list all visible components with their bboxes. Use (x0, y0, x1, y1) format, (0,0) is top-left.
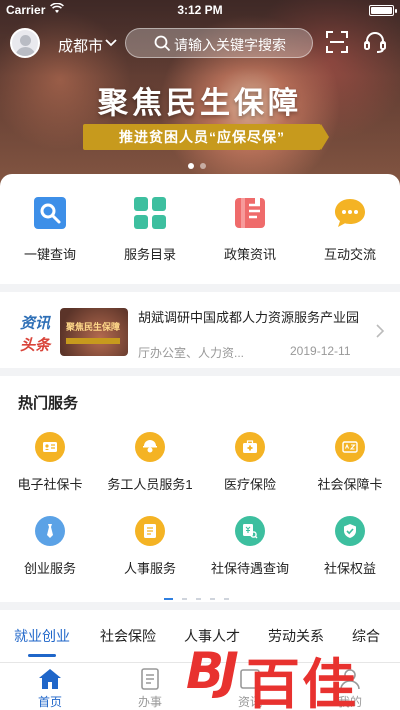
nav-label: 首页 (37, 695, 62, 709)
banner-dot (200, 163, 206, 169)
benefit-search-icon (235, 516, 265, 546)
search-icon (154, 35, 171, 57)
tie-icon (35, 516, 65, 546)
hero-banner[interactable]: Carrier 3:12 PM 成都市 请输入关键字搜索 聚焦民生保障 推进贫困… (0, 0, 400, 190)
medical-kit-icon (235, 432, 265, 462)
chevron-down-icon[interactable] (104, 34, 118, 55)
tab-employment[interactable]: 就业创业 (14, 626, 70, 646)
news-headline-card[interactable]: 资讯 头条 聚焦民生保障 胡斌调研中国成都人力资源服务产业园 厅办公室、人力资.… (0, 292, 400, 368)
news-source: 厅办公室、人力资... (138, 346, 245, 360)
pager-dot (196, 597, 201, 600)
grid-icon (133, 196, 167, 230)
service-label: 社保权益 (323, 561, 376, 576)
nav-home[interactable]: 首页 (20, 667, 80, 710)
avatar[interactable] (10, 28, 40, 58)
headset-icon[interactable] (363, 30, 387, 59)
card-icon (335, 432, 365, 462)
service-label: 电子社保卡 (17, 477, 83, 492)
clock: 3:12 PM (177, 3, 223, 17)
worker-icon (135, 432, 165, 462)
service-label: 社会保障卡 (317, 477, 383, 492)
nav-tasks[interactable]: 办事 (120, 667, 180, 710)
service-personnel[interactable]: 人事服务 (100, 516, 200, 577)
section-title: 热门服务 (18, 395, 79, 412)
banner-pagination (188, 156, 212, 174)
banner-dot-active (188, 163, 194, 169)
news-date: 2019-12-11 (290, 344, 351, 358)
quick-entry-label: 互动交流 (323, 247, 376, 262)
service-label: 创业服务 (23, 561, 76, 576)
pager-dot-active (164, 597, 173, 600)
service-e-social-card[interactable]: 电子社保卡 (0, 432, 100, 493)
id-card-icon (35, 432, 65, 462)
home-icon (37, 667, 63, 691)
service-benefit-query[interactable]: 社保待遇查询 (200, 516, 300, 577)
service-worker[interactable]: 务工人员服务1 (100, 432, 200, 493)
hot-services: 热门服务 电子社保卡 务工人员服务1 医疗保险 社会保障卡 创业服务 人事服务 … (0, 376, 400, 602)
watermark-mark: BJ (186, 642, 239, 700)
quick-entry-interact[interactable]: 互动交流 (300, 196, 400, 263)
quick-entry-label: 一键查询 (23, 247, 76, 262)
chevron-right-icon (375, 323, 385, 344)
search-input[interactable]: 请输入关键字搜索 (125, 28, 313, 58)
scan-icon[interactable] (325, 30, 349, 59)
search-icon (33, 196, 67, 230)
file-icon (135, 516, 165, 546)
service-rights[interactable]: 社保权益 (300, 516, 400, 577)
service-label: 人事服务 (123, 561, 176, 576)
services-pagination (164, 590, 238, 608)
search-placeholder: 请输入关键字搜索 (174, 37, 286, 53)
quick-entry-label: 政策资讯 (223, 247, 276, 262)
battery-icon (369, 5, 397, 16)
service-medical-insurance[interactable]: 医疗保险 (200, 432, 300, 493)
quick-entries: 一键查询 服务目录 政策资讯 互动交流 (0, 174, 400, 284)
news-title: 胡斌调研中国成都人力资源服务产业园 (138, 310, 360, 325)
service-entrepreneurship[interactable]: 创业服务 (0, 516, 100, 577)
shield-icon (335, 516, 365, 546)
city-selector[interactable]: 成都市 (58, 35, 103, 56)
quick-entry-query[interactable]: 一键查询 (0, 196, 100, 263)
task-icon (137, 667, 163, 691)
news-tag-bottom: 头条 (20, 337, 51, 354)
service-label: 务工人员服务1 (107, 477, 193, 492)
quick-entry-policy[interactable]: 政策资讯 (200, 196, 300, 263)
document-icon (233, 196, 267, 230)
nav-label: 办事 (137, 695, 162, 709)
watermark-logo: BJ 百佳 (186, 638, 396, 710)
service-label: 医疗保险 (223, 477, 276, 492)
watermark-text: 百佳 (246, 653, 358, 710)
news-thumbnail-bar (66, 338, 120, 344)
banner-subtitle: 推进贫困人员“应保尽保” (83, 124, 329, 150)
quick-entry-catalog[interactable]: 服务目录 (100, 196, 200, 263)
quick-entry-label: 服务目录 (123, 247, 176, 262)
news-thumbnail: 聚焦民生保障 (60, 308, 128, 356)
pager-dot (182, 597, 187, 600)
status-bar: Carrier 3:12 PM (0, 0, 400, 20)
news-thumbnail-text: 聚焦民生保障 (66, 322, 121, 332)
pager-dot (224, 597, 229, 600)
news-tag-top: 资讯 (20, 315, 51, 332)
active-tab-indicator (28, 654, 56, 657)
service-label: 社保待遇查询 (210, 561, 289, 576)
service-social-security-card[interactable]: 社会保障卡 (300, 432, 400, 493)
top-bar: 成都市 请输入关键字搜索 (0, 26, 400, 60)
banner-title: 聚焦民生保障 (98, 86, 302, 121)
pager-dot (210, 597, 215, 600)
tab-social-insurance[interactable]: 社会保险 (100, 626, 156, 646)
chat-icon (333, 196, 367, 230)
